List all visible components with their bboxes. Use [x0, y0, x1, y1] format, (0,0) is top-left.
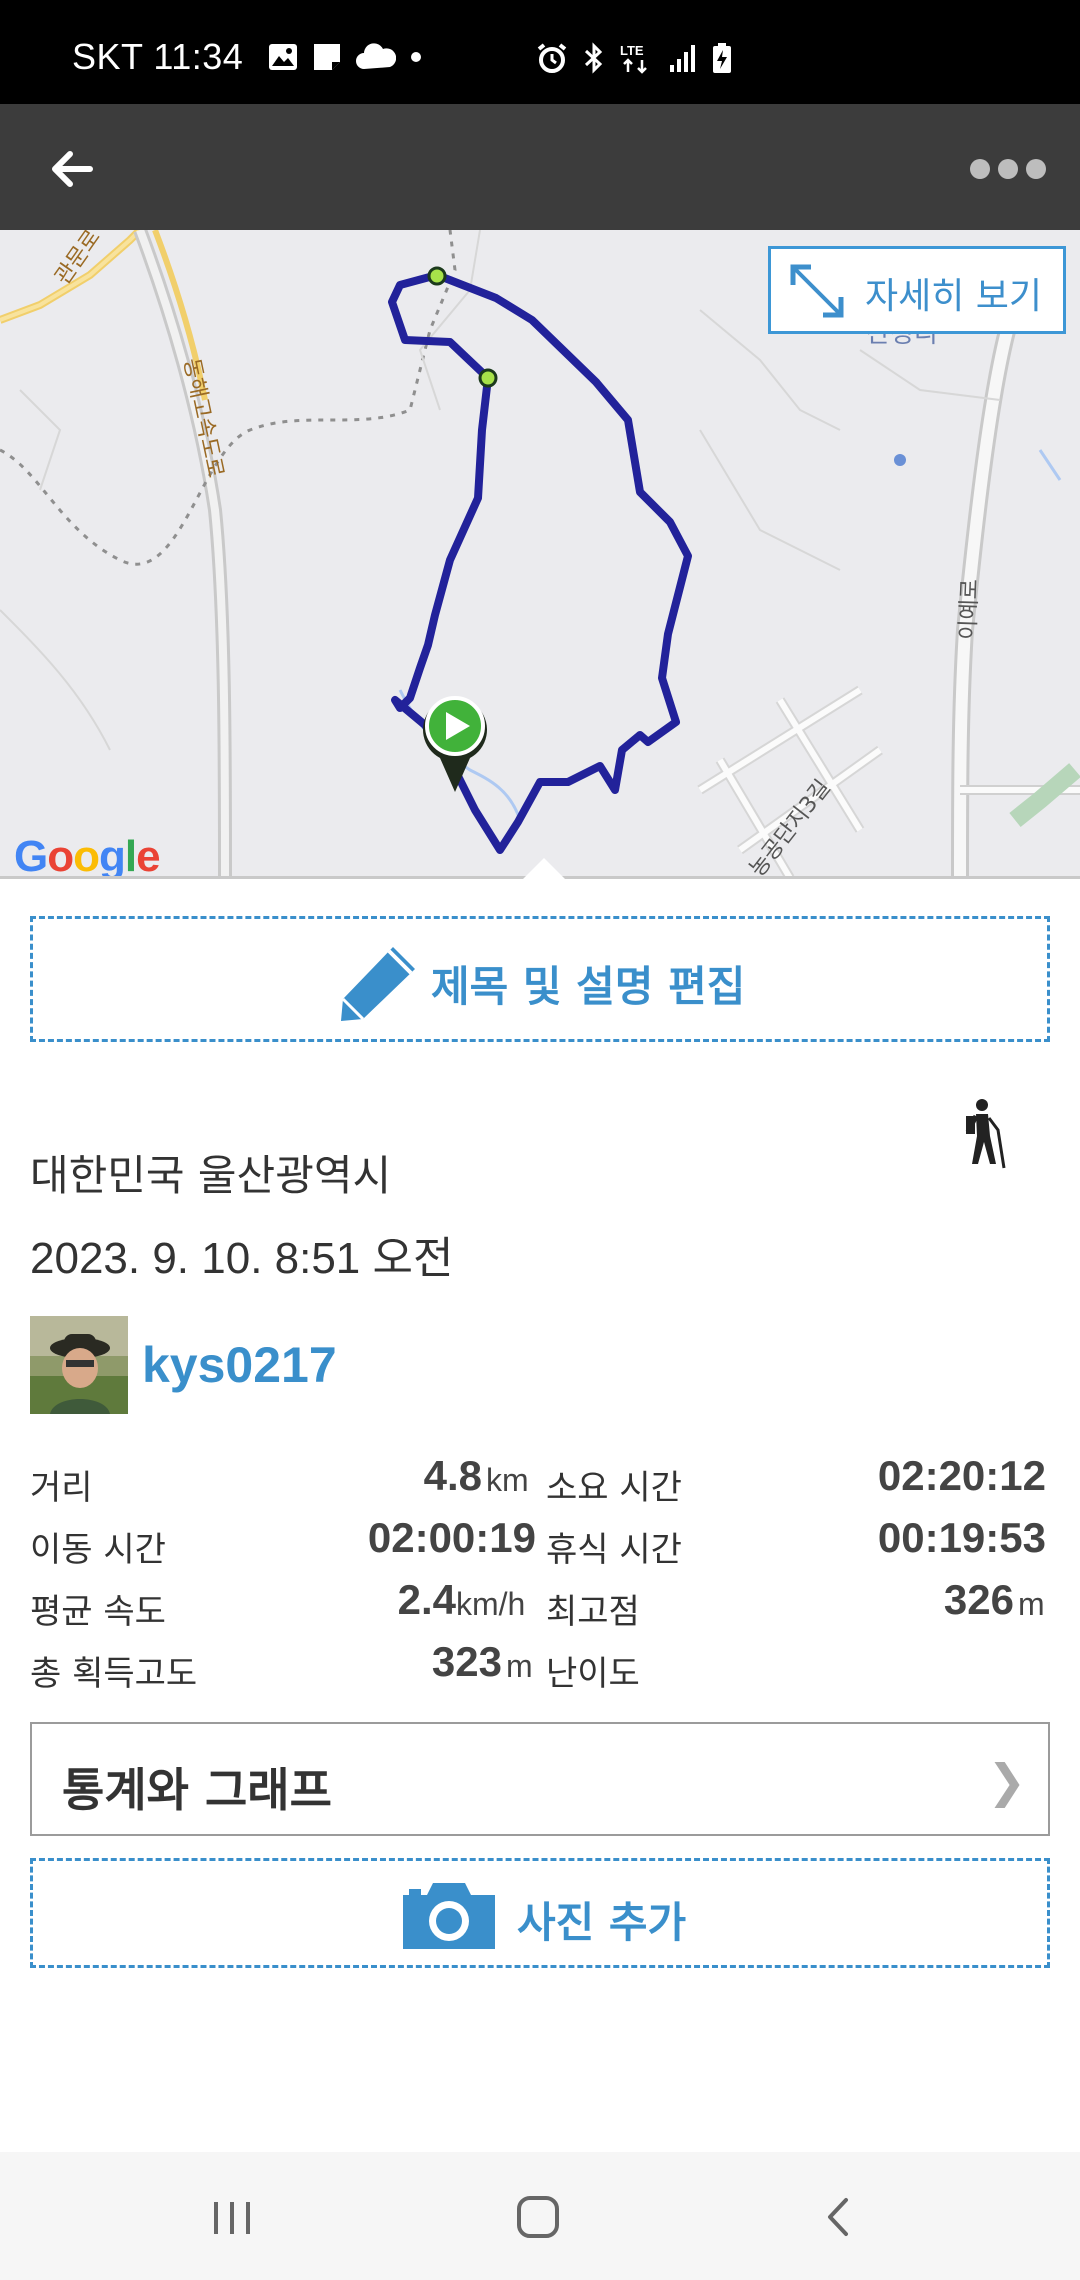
route-waypoint-1	[427, 266, 447, 286]
stat-distance-label: 거리	[30, 1468, 93, 1508]
stat-elapsed-label: 소요 시간	[546, 1468, 682, 1508]
bluetooth-icon	[584, 42, 603, 74]
stat-rest-label: 휴식 시간	[546, 1530, 682, 1570]
activity-location: 대한민국 울산광역시	[30, 1151, 392, 1200]
more-dots-icon[interactable]	[962, 144, 1062, 194]
stats-graph-label: 통계와 그래프	[62, 1763, 332, 1817]
stat-difficulty-label: 난이도	[546, 1654, 640, 1694]
stat-avg-speed-label: 평균 속도	[30, 1592, 166, 1632]
dot-icon	[411, 52, 421, 62]
stat-moving-value: 02:00:19	[367, 1514, 536, 1561]
edit-title-label: 제목 및 설명 편집	[431, 962, 746, 1011]
route-waypoint-2	[478, 368, 498, 388]
stat-ascent-label: 총 획득고도	[30, 1654, 198, 1694]
recent-apps-icon[interactable]	[202, 2192, 262, 2242]
stat-elapsed-value: 02:20:12	[877, 1452, 1046, 1499]
status-time: SKT 11:34	[72, 36, 244, 77]
detail-view-button[interactable]: 자세히 보기	[768, 246, 1066, 334]
system-nav-bar	[0, 2152, 1080, 2280]
stat-max-alt-unit: m	[1018, 1586, 1045, 1622]
signal-icon	[670, 45, 695, 72]
username[interactable]: kys0217	[142, 1336, 337, 1394]
stat-avg-speed-unit: km/h	[456, 1586, 526, 1622]
route-track	[388, 271, 692, 854]
back-arrow-icon[interactable]	[38, 134, 108, 204]
edit-title-button[interactable]: 제목 및 설명 편집	[30, 916, 1050, 1042]
stat-max-alt-label: 최고점	[546, 1592, 640, 1632]
stats-graph-row[interactable]: 통계와 그래프 ❯	[30, 1722, 1050, 1836]
gallery-icon	[269, 44, 297, 70]
stat-max-alt-value: 326	[943, 1576, 1014, 1623]
google-logo: Google	[14, 832, 161, 878]
stat-ascent-value: 323	[431, 1638, 502, 1685]
stat-rest-value: 00:19:53	[877, 1514, 1046, 1561]
status-bar: SKT 11:34 LTE	[0, 0, 1080, 104]
detail-view-label: 자세히 보기	[865, 276, 1043, 317]
stat-moving-label: 이동 시간	[30, 1530, 166, 1570]
stat-avg-speed-value: 2.4	[397, 1576, 456, 1623]
map-pointer	[522, 858, 566, 880]
hiker-icon	[965, 1099, 1006, 1169]
expand-icon	[790, 264, 844, 318]
add-photo-label: 사진 추가	[517, 1898, 687, 1947]
nav-back-icon[interactable]	[808, 2192, 868, 2242]
stat-ascent-unit: m	[506, 1648, 533, 1684]
cloud-icon	[356, 43, 396, 69]
add-photo-button[interactable]: 사진 추가	[30, 1858, 1050, 1968]
map-label-highway: 동해고속도로	[178, 356, 228, 480]
note-icon	[314, 44, 340, 70]
activity-datetime: 2023. 9. 10. 8:51 오전	[30, 1234, 454, 1283]
alarm-icon	[537, 43, 567, 73]
camera-icon	[403, 1883, 495, 1949]
home-icon[interactable]	[508, 2192, 568, 2242]
map-label-road-2: 이예로	[956, 579, 983, 641]
svg-text:LTE: LTE	[620, 43, 644, 58]
chevron-right-icon: ❯	[987, 1754, 1026, 1808]
lte-icon: LTE	[620, 43, 647, 74]
stat-distance-unit: km	[486, 1462, 529, 1498]
app-toolbar	[0, 104, 1080, 230]
user-avatar[interactable]	[30, 1316, 128, 1414]
start-marker-icon[interactable]	[423, 696, 487, 792]
pencil-icon	[341, 947, 415, 1021]
stat-distance-value: 4.8	[423, 1452, 482, 1499]
battery-charging-icon	[713, 43, 731, 73]
